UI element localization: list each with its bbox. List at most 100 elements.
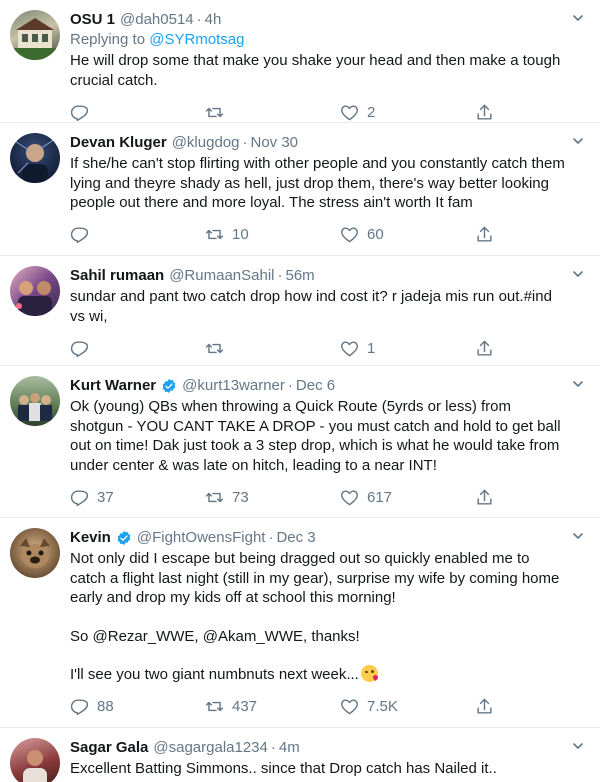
reply-button[interactable]: 37 <box>70 488 205 507</box>
tweet-actions: 37 73 617 <box>70 477 568 517</box>
author-handle[interactable]: @sagargala1234 <box>153 738 267 758</box>
timestamp[interactable]: Nov 30 <box>250 133 298 153</box>
tweet[interactable]: Kevin @FightOwensFight · Dec 3 Not only … <box>0 518 600 728</box>
timestamp[interactable]: 56m <box>285 266 314 286</box>
tweet[interactable]: Sahil rumaan @RumaanSahil · 56m sundar a… <box>0 256 600 366</box>
reply-button[interactable] <box>70 225 205 244</box>
like-button[interactable]: 2 <box>340 103 475 122</box>
reply-icon <box>70 104 89 121</box>
tweet[interactable]: OSU 1 @dah0514 · 4h Replying to @SYRmots… <box>0 0 600 123</box>
tweet-text: Ok (young) QBs when throwing a Quick Rou… <box>70 397 568 475</box>
chevron-down-icon[interactable] <box>572 530 584 542</box>
share-icon <box>477 104 492 120</box>
avatar[interactable] <box>10 10 60 60</box>
like-count: 1 <box>367 339 376 357</box>
chevron-down-icon[interactable] <box>572 12 584 24</box>
like-count: 2 <box>367 103 376 121</box>
author-name[interactable]: Sagar Gala <box>70 738 148 758</box>
reply-button[interactable]: 88 <box>70 697 205 716</box>
tweet-text-line: I'll see you two giant numbnuts next wee… <box>70 665 568 685</box>
author-handle[interactable]: @dah0514 <box>120 10 194 30</box>
timestamp[interactable]: Dec 6 <box>296 376 335 396</box>
tweet-feed: OSU 1 @dah0514 · 4h Replying to @SYRmots… <box>0 0 600 782</box>
replying-to-link[interactable]: @SYRmotsag <box>149 31 244 48</box>
retweet-button[interactable]: 73 <box>205 488 340 507</box>
avatar[interactable] <box>10 376 60 426</box>
like-count: 60 <box>367 226 384 243</box>
retweet-button[interactable] <box>205 103 340 122</box>
avatar[interactable] <box>10 738 60 782</box>
tweet-text-line: Excellent Batting Simmons.. since that D… <box>70 760 497 777</box>
author-name[interactable]: Sahil rumaan <box>70 266 164 286</box>
timestamp[interactable]: 4h <box>205 10 222 30</box>
tweet-text-line: Not only did I escape but being dragged … <box>70 550 560 606</box>
timestamp[interactable]: Dec 3 <box>276 528 315 548</box>
separator-dot: · <box>270 739 276 756</box>
tweet-text: Not only did I escape but being dragged … <box>70 549 568 685</box>
chevron-down-icon[interactable] <box>572 135 584 147</box>
tweet-text-line-content: I'll see you two giant numbnuts next wee… <box>70 666 359 683</box>
heart-icon <box>341 699 358 715</box>
share-button[interactable] <box>475 488 495 507</box>
retweet-icon <box>205 343 224 353</box>
tweet-text-line: sundar and pant two catch drop how ind c… <box>70 288 552 325</box>
share-icon <box>477 489 492 505</box>
author-handle[interactable]: @klugdog <box>172 133 240 153</box>
tweet-actions: 10 60 <box>70 215 568 255</box>
share-button[interactable] <box>475 697 495 716</box>
like-button[interactable]: 617 <box>340 488 475 507</box>
tweet-text-line: If she/he can't stop flirting with other… <box>70 155 565 211</box>
like-button[interactable]: 1 <box>340 339 475 358</box>
retweet-button[interactable] <box>205 339 340 358</box>
reply-icon <box>70 489 89 506</box>
tweet-text: If she/he can't stop flirting with other… <box>70 154 568 213</box>
author-handle[interactable]: @FightOwensFight <box>137 528 266 548</box>
author-name[interactable]: Kurt Warner <box>70 376 156 396</box>
author-name[interactable]: Kevin <box>70 528 111 548</box>
heart-icon <box>341 227 358 243</box>
tweet[interactable]: Devan Kluger @klugdog · Nov 30 If she/he… <box>0 123 600 256</box>
reply-icon <box>70 340 89 357</box>
verified-badge-icon <box>162 379 176 393</box>
tweet[interactable]: Sagar Gala @sagargala1234 · 4m Excellent… <box>0 728 600 782</box>
chevron-down-icon[interactable] <box>572 740 584 752</box>
author-name[interactable]: OSU 1 <box>70 10 115 30</box>
tweet[interactable]: Kurt Warner @kurt13warner · Dec 6 Ok (yo… <box>0 366 600 518</box>
chevron-down-icon[interactable] <box>572 378 584 390</box>
retweet-button[interactable]: 10 <box>205 225 340 244</box>
author-name[interactable]: Devan Kluger <box>70 133 167 153</box>
author-handle[interactable]: @RumaanSahil <box>169 266 274 286</box>
reply-button[interactable] <box>70 103 205 122</box>
separator-dot: · <box>242 134 248 151</box>
separator-dot: · <box>277 267 283 284</box>
chevron-down-icon[interactable] <box>572 268 584 280</box>
share-icon <box>477 698 492 714</box>
separator-dot: · <box>268 529 274 546</box>
verified-badge-icon <box>117 531 131 545</box>
like-button[interactable]: 60 <box>340 225 475 244</box>
retweet-icon <box>205 107 224 117</box>
avatar[interactable] <box>10 266 60 316</box>
author-handle[interactable]: @kurt13warner <box>182 376 285 396</box>
timestamp[interactable]: 4m <box>279 738 300 758</box>
share-button[interactable] <box>475 225 495 244</box>
retweet-count: 437 <box>232 698 258 715</box>
tweet-text-line: He will drop some that make you shake yo… <box>70 52 561 89</box>
tweet-text: sundar and pant two catch drop how ind c… <box>70 287 568 326</box>
share-button[interactable] <box>475 339 495 358</box>
separator-dot: · <box>287 377 293 394</box>
reply-count: 37 <box>97 488 114 506</box>
reply-button[interactable] <box>70 339 205 358</box>
reply-icon <box>70 699 89 716</box>
reply-icon <box>70 227 89 244</box>
avatar[interactable] <box>10 528 60 578</box>
retweet-count: 73 <box>232 488 249 506</box>
like-count: 7.5K <box>367 698 398 715</box>
like-count: 617 <box>367 488 393 506</box>
share-icon <box>477 340 492 356</box>
avatar[interactable] <box>10 133 60 183</box>
replying-prefix: Replying to <box>70 31 150 48</box>
retweet-button[interactable]: 437 <box>205 697 340 716</box>
share-button[interactable] <box>475 103 495 122</box>
like-button[interactable]: 7.5K <box>340 697 475 716</box>
